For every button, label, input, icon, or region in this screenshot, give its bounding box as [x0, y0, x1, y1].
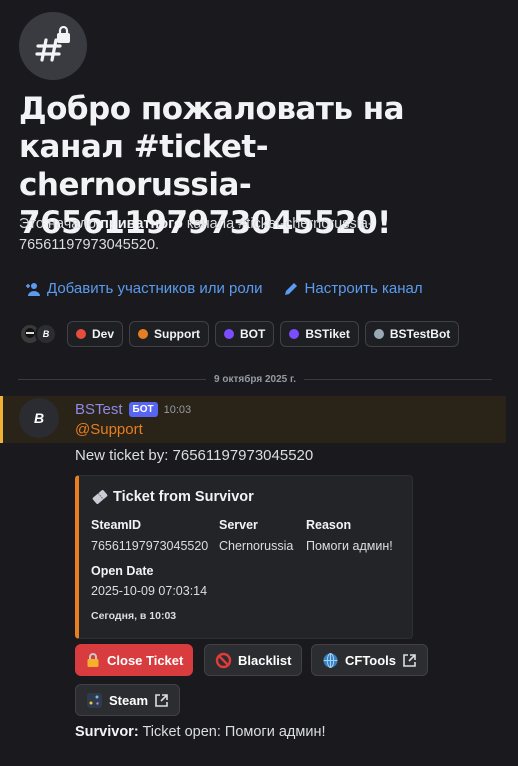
- role-dot: [224, 329, 235, 339]
- role-mention[interactable]: @Support: [75, 421, 143, 438]
- add-members-icon: [26, 282, 40, 296]
- member-avatar: B: [35, 323, 57, 345]
- message-header: BSTest БОТ 10:03: [75, 401, 191, 418]
- followup-message: Survivor: Ticket open: Помоги админ!: [75, 724, 325, 740]
- members-row: B Dev Support BOT BSTiket BSTestBot: [19, 321, 460, 347]
- role-label: BSTestBot: [389, 327, 451, 341]
- embed-title: Ticket from Survivor: [91, 488, 254, 506]
- channel-lock-icon: [19, 12, 87, 80]
- message-text: New ticket by: 76561197973045520: [75, 447, 314, 464]
- add-members-label: Добавить участников или роли: [47, 280, 263, 297]
- configure-channel-button[interactable]: Настроить канал: [283, 280, 423, 297]
- welcome-sub-bold: приватного: [100, 216, 183, 232]
- role-label: BOT: [240, 327, 266, 341]
- author-name[interactable]: BSTest: [75, 401, 123, 418]
- embed-footer: Сегодня, в 10:03: [91, 610, 177, 622]
- followup-author: Survivor:: [75, 724, 139, 740]
- author-avatar[interactable]: B: [19, 398, 59, 438]
- field-value-open-date: 2025-10-09 07:03:14: [91, 584, 208, 598]
- welcome-sub-prefix: Это начало: [19, 216, 101, 232]
- role-pill-support[interactable]: Support: [129, 321, 210, 347]
- field-value-server: Chernorussia: [219, 539, 294, 553]
- field-value-steamid: 76561197973045520: [91, 539, 209, 553]
- role-dot: [138, 329, 149, 339]
- steam-icon: [87, 692, 102, 708]
- field-name-server: Server: [219, 518, 258, 532]
- divider-line: [303, 378, 493, 380]
- prohibited-icon: [215, 652, 232, 668]
- role-pill-bstiket[interactable]: BSTiket: [280, 321, 359, 347]
- followup-text: Ticket open: Помоги админ!: [138, 724, 326, 740]
- role-dot: [373, 329, 384, 339]
- role-label: Dev: [92, 327, 115, 341]
- welcome-subtitle: Это начало приватного канала #ticket-che…: [19, 214, 499, 256]
- lock-icon: [87, 653, 99, 667]
- pencil-icon: [284, 282, 297, 295]
- bot-badge: БОТ: [128, 402, 158, 417]
- close-ticket-button[interactable]: Close Ticket: [75, 644, 194, 676]
- channel-actions: Добавить участников или роли Настроить к…: [25, 280, 423, 297]
- add-members-button[interactable]: Добавить участников или роли: [25, 280, 263, 297]
- divider-line: [18, 378, 207, 380]
- role-pill-bot[interactable]: BOT: [215, 321, 275, 347]
- field-name-steamid: SteamID: [91, 518, 142, 532]
- message-timestamp: 10:03: [163, 403, 192, 416]
- member-avatars[interactable]: B: [19, 323, 57, 345]
- role-dot: [76, 329, 86, 339]
- field-name-open-date: Open Date: [91, 564, 154, 578]
- cftools-link-button[interactable]: CFTools: [311, 644, 429, 676]
- steam-link-button[interactable]: Steam: [75, 684, 181, 716]
- field-name-reason: Reason: [306, 518, 352, 532]
- external-link-icon: [155, 693, 168, 707]
- blacklist-button[interactable]: Blacklist: [204, 644, 303, 676]
- role-pill-dev[interactable]: Dev: [67, 321, 124, 347]
- globe-icon: [323, 652, 338, 668]
- ticket-icon: [92, 490, 108, 504]
- field-value-reason: Помоги админ!: [306, 539, 393, 553]
- date-divider: 9 октября 2025 г.: [18, 372, 493, 386]
- steam-label: Steam: [109, 692, 149, 708]
- role-label: BSTiket: [305, 327, 350, 341]
- ticket-embed: Ticket from Survivor SteamID 76561197973…: [75, 475, 413, 639]
- external-link-icon: [403, 653, 416, 667]
- date-divider-label: 9 октября 2025 г.: [214, 373, 296, 385]
- close-ticket-label: Close Ticket: [107, 652, 184, 668]
- role-label: Support: [154, 327, 201, 341]
- embed-title-text: Ticket from Survivor: [113, 489, 254, 505]
- blacklist-label: Blacklist: [238, 652, 292, 668]
- role-pill-bstestbot[interactable]: BSTestBot: [364, 321, 460, 347]
- configure-channel-label: Настроить канал: [304, 280, 423, 297]
- role-dot: [289, 329, 300, 339]
- cftools-label: CFTools: [345, 652, 397, 668]
